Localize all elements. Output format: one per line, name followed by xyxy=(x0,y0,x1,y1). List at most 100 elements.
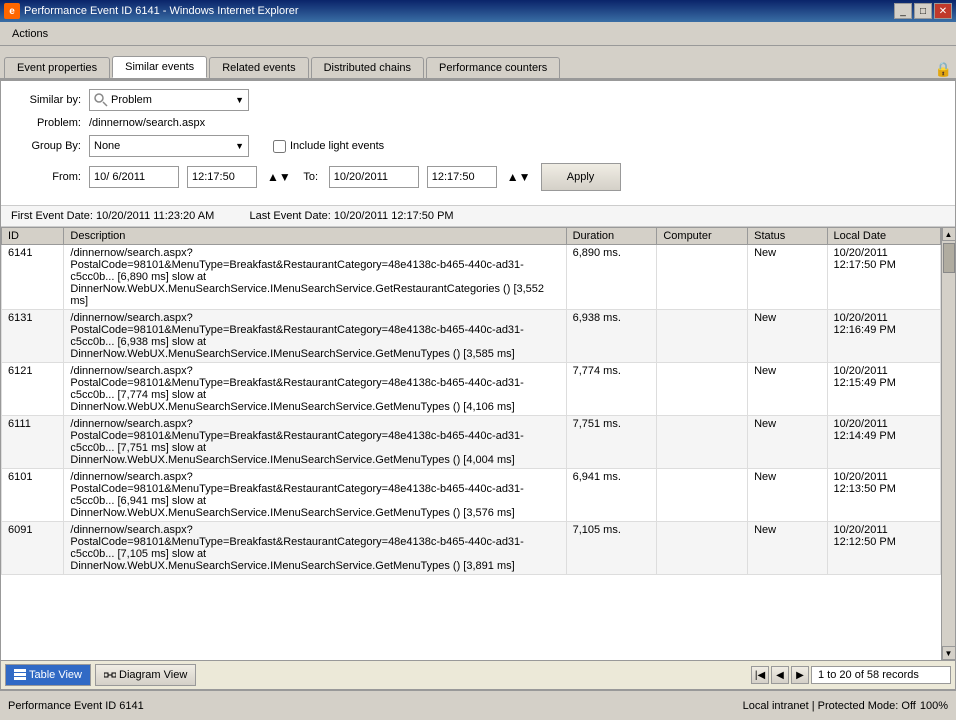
events-table-container[interactable]: ID Description Duration Computer Status … xyxy=(1,227,955,660)
lock-icon: 🔒 xyxy=(935,61,952,78)
tab-event-properties[interactable]: Event properties xyxy=(4,57,110,78)
cell-computer xyxy=(657,416,748,469)
group-by-label: Group By: xyxy=(11,140,81,152)
first-page-button[interactable]: |◀ xyxy=(751,666,769,684)
cell-local-date: 10/20/2011 12:14:49 PM xyxy=(827,416,940,469)
from-time-input[interactable] xyxy=(187,166,257,188)
up-down-arrows-from[interactable]: ▲▼ xyxy=(267,170,291,184)
cell-id: 6111 xyxy=(2,416,64,469)
cell-computer xyxy=(657,310,748,363)
problem-label: Problem: xyxy=(11,117,81,129)
cell-computer xyxy=(657,245,748,310)
to-time-input[interactable] xyxy=(427,166,497,188)
diagram-view-label: Diagram View xyxy=(119,669,187,681)
next-page-button[interactable]: ▶ xyxy=(791,666,809,684)
table-row[interactable]: 6141 /dinnernow/search.aspx? PostalCode=… xyxy=(2,245,941,310)
zone-text: Local intranet | Protected Mode: Off xyxy=(743,700,916,712)
from-date-input[interactable] xyxy=(89,166,179,188)
table-row[interactable]: 6111 /dinnernow/search.aspx? PostalCode=… xyxy=(2,416,941,469)
table-row[interactable]: 6121 /dinnernow/search.aspx? PostalCode=… xyxy=(2,363,941,416)
table-view-label: Table View xyxy=(29,669,82,681)
tab-related-events[interactable]: Related events xyxy=(209,57,308,78)
cell-duration: 6,941 ms. xyxy=(566,469,657,522)
col-header-description[interactable]: Description xyxy=(64,228,566,245)
content-area: Similar by: Problem ▼ Problem: /dinnerno… xyxy=(0,80,956,690)
records-count: 1 to 20 of 58 records xyxy=(811,666,951,684)
cell-description: /dinnernow/search.aspx? PostalCode=98101… xyxy=(64,363,566,416)
apply-button[interactable]: Apply xyxy=(541,163,621,191)
date-range-row: From: ▲▼ To: ▲▼ Apply xyxy=(11,163,945,191)
include-light-events-checkbox[interactable] xyxy=(273,140,286,153)
col-header-local-date[interactable]: Local Date xyxy=(827,228,940,245)
include-light-events-area: Include light events xyxy=(273,140,384,153)
last-event-date: 10/20/2011 12:17:50 PM xyxy=(334,210,454,222)
cell-status: New xyxy=(748,245,827,310)
cell-duration: 7,105 ms. xyxy=(566,522,657,575)
zoom-level: 100% xyxy=(920,700,948,712)
cell-status: New xyxy=(748,416,827,469)
table-view-button[interactable]: Table View xyxy=(5,664,91,686)
table-row[interactable]: 6131 /dinnernow/search.aspx? PostalCode=… xyxy=(2,310,941,363)
events-table: ID Description Duration Computer Status … xyxy=(1,227,941,575)
similar-by-value: Problem xyxy=(111,94,235,106)
col-header-id[interactable]: ID xyxy=(2,228,64,245)
cell-status: New xyxy=(748,469,827,522)
scroll-up-button[interactable]: ▲ xyxy=(942,227,956,241)
similar-by-row: Similar by: Problem ▼ xyxy=(11,89,945,111)
diagram-view-button[interactable]: Diagram View xyxy=(95,664,196,686)
col-header-duration[interactable]: Duration xyxy=(566,228,657,245)
summary-row: First Event Date: 10/20/2011 11:23:20 AM… xyxy=(1,206,955,227)
cell-duration: 6,938 ms. xyxy=(566,310,657,363)
col-header-status[interactable]: Status xyxy=(748,228,827,245)
main-container: Event properties Similar events Related … xyxy=(0,46,956,690)
actions-menu[interactable]: Actions xyxy=(4,26,56,42)
tab-performance-counters[interactable]: Performance counters xyxy=(426,57,560,78)
diagram-icon xyxy=(104,669,116,681)
group-by-row: Group By: None ▼ Include light events xyxy=(11,135,945,157)
cell-computer xyxy=(657,522,748,575)
cell-description: /dinnernow/search.aspx? PostalCode=98101… xyxy=(64,522,566,575)
group-by-dropdown-arrow[interactable]: ▼ xyxy=(235,141,244,151)
to-date-input[interactable] xyxy=(329,166,419,188)
table-row[interactable]: 6101 /dinnernow/search.aspx? PostalCode=… xyxy=(2,469,941,522)
cell-local-date: 10/20/2011 12:15:49 PM xyxy=(827,363,940,416)
close-button[interactable]: ✕ xyxy=(934,3,952,19)
status-bar: Performance Event ID 6141 Local intranet… xyxy=(0,690,956,720)
up-down-arrows-to[interactable]: ▲▼ xyxy=(507,170,531,184)
minimize-button[interactable]: _ xyxy=(894,3,912,19)
first-event-label: First Event Date: xyxy=(11,210,93,222)
col-header-computer[interactable]: Computer xyxy=(657,228,748,245)
cell-id: 6121 xyxy=(2,363,64,416)
table-icon xyxy=(14,669,26,681)
prev-page-button[interactable]: ◀ xyxy=(771,666,789,684)
cell-computer xyxy=(657,363,748,416)
navigation-controls: |◀ ◀ ▶ 1 to 20 of 58 records xyxy=(751,666,951,684)
cell-status: New xyxy=(748,522,827,575)
cell-duration: 7,751 ms. xyxy=(566,416,657,469)
table-row[interactable]: 6091 /dinnernow/search.aspx? PostalCode=… xyxy=(2,522,941,575)
similar-by-label: Similar by: xyxy=(11,94,81,106)
vertical-scrollbar[interactable]: ▲ ▼ xyxy=(941,227,955,660)
menu-bar: Actions xyxy=(0,22,956,46)
actions-label: Actions xyxy=(12,28,48,40)
maximize-button[interactable]: □ xyxy=(914,3,932,19)
problem-value: /dinnernow/search.aspx xyxy=(89,117,205,129)
scroll-down-button[interactable]: ▼ xyxy=(942,646,956,660)
cell-id: 6101 xyxy=(2,469,64,522)
table-body: 6141 /dinnernow/search.aspx? PostalCode=… xyxy=(2,245,941,575)
from-label: From: xyxy=(11,171,81,183)
cell-id: 6131 xyxy=(2,310,64,363)
cell-duration: 7,774 ms. xyxy=(566,363,657,416)
status-text: Performance Event ID 6141 xyxy=(8,700,144,712)
problem-row: Problem: /dinnernow/search.aspx xyxy=(11,117,945,129)
tab-similar-events[interactable]: Similar events xyxy=(112,56,207,78)
window-controls[interactable]: _ □ ✕ xyxy=(894,3,952,19)
tab-bar: Event properties Similar events Related … xyxy=(0,46,956,80)
tab-distributed-chains[interactable]: Distributed chains xyxy=(311,57,424,78)
similar-by-dropdown-arrow[interactable]: ▼ xyxy=(235,95,244,105)
first-event-date: 10/20/2011 11:23:20 AM xyxy=(96,210,214,222)
status-right: Local intranet | Protected Mode: Off 100… xyxy=(743,700,948,712)
cell-description: /dinnernow/search.aspx? PostalCode=98101… xyxy=(64,416,566,469)
scroll-thumb[interactable] xyxy=(943,243,955,273)
table-header-row: ID Description Duration Computer Status … xyxy=(2,228,941,245)
